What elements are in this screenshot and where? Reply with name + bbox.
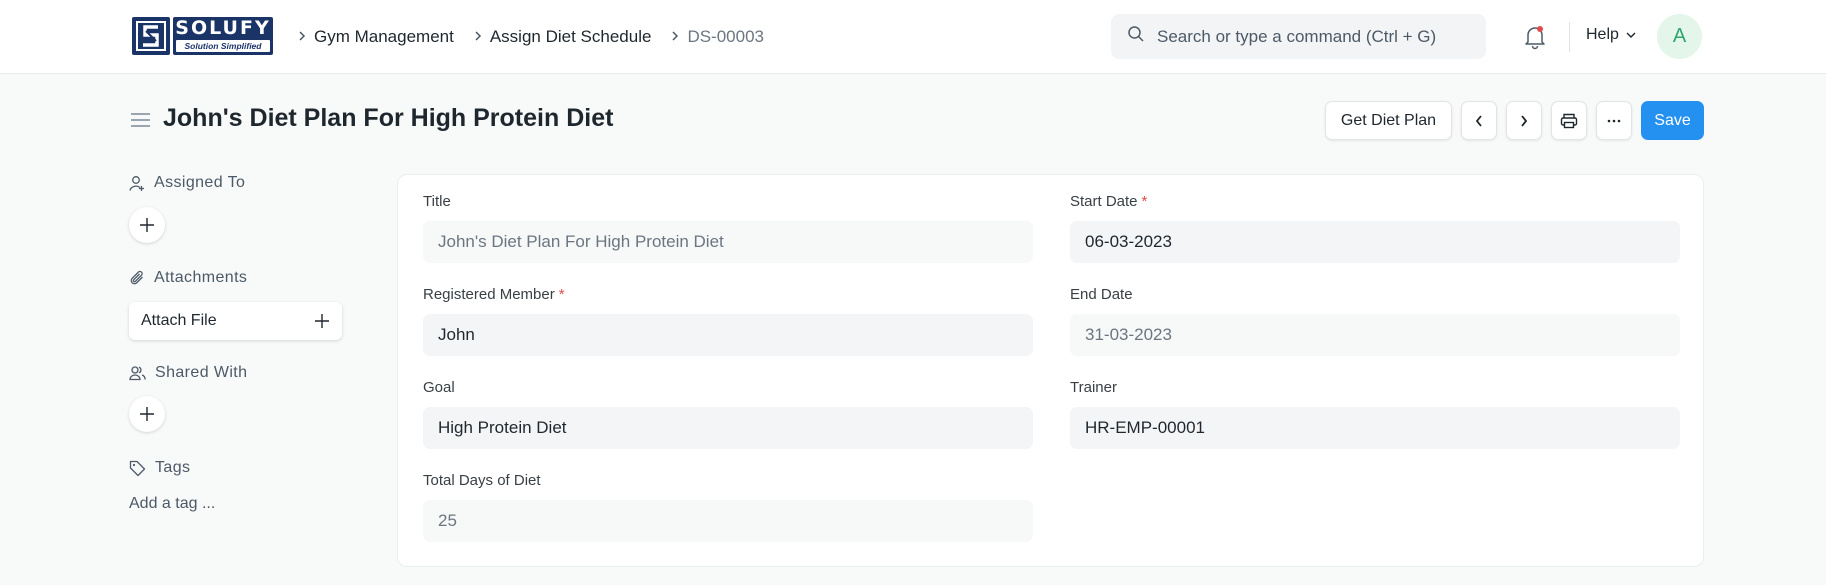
- print-button[interactable]: [1551, 101, 1587, 140]
- logo-text: SOLUFY Solution Simplified: [173, 17, 273, 55]
- breadcrumb-assign-diet-schedule[interactable]: Assign Diet Schedule: [490, 27, 652, 47]
- users-icon: [129, 366, 146, 381]
- title-input[interactable]: John's Diet Plan For High Protein Diet: [423, 221, 1033, 263]
- attach-file-button[interactable]: Attach File: [129, 302, 342, 340]
- attach-file-label: Attach File: [141, 312, 217, 329]
- assigned-to-label: Assigned To: [154, 174, 246, 191]
- field-label: Total Days of Diet: [423, 472, 541, 489]
- help-label: Help: [1586, 26, 1619, 43]
- add-assignee-button[interactable]: [129, 207, 165, 243]
- field-title: Title John's Diet Plan For High Protein …: [423, 193, 1033, 263]
- field-label: Trainer: [1070, 379, 1117, 396]
- chevron-left-icon: [1475, 114, 1482, 127]
- field-start-date: Start Date * 06-03-2023: [1070, 193, 1680, 263]
- next-doc-button[interactable]: [1506, 101, 1542, 140]
- chevron-right-icon: [466, 29, 490, 45]
- assigned-to-section: Assigned To: [129, 174, 245, 192]
- logo-word: SOLUFY: [175, 17, 271, 39]
- registered-member-input[interactable]: John: [423, 314, 1033, 356]
- field-label: Registered Member *: [423, 286, 565, 303]
- nav-divider: [1569, 22, 1570, 52]
- total-days-input[interactable]: 25: [423, 500, 1033, 542]
- field-goal: Goal High Protein Diet: [423, 379, 1033, 449]
- notification-dot: [1537, 26, 1543, 32]
- avatar[interactable]: A: [1657, 14, 1702, 59]
- trainer-input[interactable]: HR-EMP-00001: [1070, 407, 1680, 449]
- tags-section: Tags: [129, 459, 190, 477]
- more-actions-button[interactable]: [1596, 101, 1632, 140]
- plus-icon: [140, 218, 154, 232]
- chevron-down-icon: [1626, 32, 1636, 38]
- shared-with-section: Shared With: [129, 364, 247, 382]
- breadcrumb-gym-management[interactable]: Gym Management: [314, 27, 454, 47]
- tag-icon: [129, 460, 146, 476]
- previous-doc-button[interactable]: [1461, 101, 1497, 140]
- add-tag-link[interactable]: Add a tag ...: [129, 495, 215, 513]
- breadcrumb: Gym Management Assign Diet Schedule DS-0…: [290, 24, 776, 50]
- chevron-right-icon: [663, 29, 687, 45]
- end-date-input[interactable]: 31-03-2023: [1070, 314, 1680, 356]
- shared-with-label: Shared With: [155, 364, 248, 381]
- tags-label: Tags: [155, 459, 191, 476]
- required-mark: *: [1141, 193, 1148, 210]
- form-card: Title John's Diet Plan For High Protein …: [397, 174, 1704, 567]
- search-bar[interactable]: [1111, 14, 1486, 59]
- sidebar-toggle-icon[interactable]: [130, 112, 151, 128]
- field-label: End Date: [1070, 286, 1133, 303]
- field-total-days: Total Days of Diet 25: [423, 472, 1033, 542]
- plus-icon: [315, 314, 329, 328]
- help-dropdown[interactable]: Help: [1586, 26, 1637, 44]
- start-date-input[interactable]: 06-03-2023: [1070, 221, 1680, 263]
- paperclip-icon: [130, 270, 143, 285]
- required-mark: *: [558, 286, 565, 303]
- add-share-button[interactable]: [129, 396, 165, 432]
- field-label: Start Date *: [1070, 193, 1148, 210]
- breadcrumb-current-doc[interactable]: DS-00003: [687, 27, 764, 47]
- get-diet-plan-button[interactable]: Get Diet Plan: [1325, 101, 1452, 140]
- search-icon: [1127, 25, 1145, 48]
- navbar: SOLUFY Solution Simplified Gym Managemen…: [0, 0, 1826, 74]
- logo-mark-icon: [132, 17, 170, 55]
- field-end-date: End Date 31-03-2023: [1070, 286, 1680, 356]
- solufy-logo[interactable]: SOLUFY Solution Simplified: [132, 17, 273, 55]
- page-actions: Get Diet Plan Save: [1325, 101, 1704, 140]
- search-input[interactable]: [1157, 26, 1477, 47]
- field-trainer: Trainer HR-EMP-00001: [1070, 379, 1680, 449]
- field-label: Title: [423, 193, 451, 210]
- bell-icon[interactable]: [1523, 24, 1547, 50]
- save-button[interactable]: Save: [1641, 101, 1704, 140]
- user-plus-icon: [129, 175, 144, 191]
- plus-icon: [140, 407, 154, 421]
- field-registered-member: Registered Member * John: [423, 286, 1033, 356]
- field-label: Goal: [423, 379, 455, 396]
- more-horizontal-icon: [1607, 119, 1621, 122]
- chevron-right-icon: [290, 29, 314, 45]
- page-title: John's Diet Plan For High Protein Diet: [163, 104, 614, 132]
- printer-icon: [1560, 113, 1578, 128]
- attachments-section: Attachments: [129, 269, 247, 287]
- goal-input[interactable]: High Protein Diet: [423, 407, 1033, 449]
- chevron-right-icon: [1521, 114, 1528, 127]
- attachments-label: Attachments: [154, 269, 248, 286]
- logo-tagline: Solution Simplified: [176, 40, 270, 52]
